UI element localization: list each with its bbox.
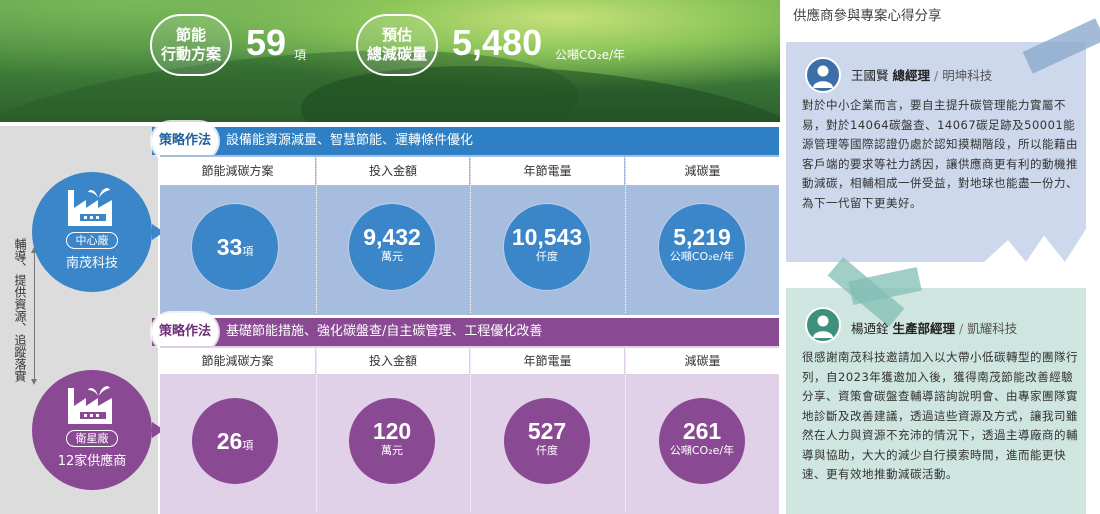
author-role: 總經理 [892, 68, 931, 83]
divider [316, 157, 317, 313]
col-header-investment: 投入金額 [317, 157, 469, 185]
factory-icon [68, 386, 112, 424]
value-circle-electricity: 527 仟度 [504, 398, 590, 484]
strategy-text: 設備能資源減量、智慧節能、運轉條件優化 [226, 133, 474, 148]
value-number: 120 [372, 418, 412, 444]
col-header-electricity: 年節電量 [471, 348, 624, 374]
value-unit: 項 [242, 439, 254, 452]
value-number: 26 [216, 428, 243, 454]
value-number: 33 [216, 234, 243, 260]
testimonial-quote-1: 對於中小企業而言，要自主提升碳管理能力實屬不易，對於14064碳盤查、14067… [802, 98, 1078, 210]
value-unit: 公噸CO₂e/年 [669, 444, 735, 457]
person-avatar-icon [805, 307, 841, 343]
value-number: 527 [527, 418, 567, 444]
value-number: 5,219 [673, 224, 731, 250]
author-name: 楊迺銓 [851, 321, 889, 336]
author-name: 王國賢 [851, 68, 889, 83]
author-company: 凱耀科技 [967, 321, 1018, 336]
author-role: 生產部經理 [892, 321, 956, 336]
strategy-bar-2: 策略作法 基礎節能措施、強化碳盤查/自主碳管理、工程優化改善 [152, 313, 779, 351]
stat-value-actions: 59 [246, 22, 287, 63]
col-header-carbon: 減碳量 [626, 348, 779, 374]
strategy-panel-1: 節能減碳方案 投入金額 年節電量 減碳量 33項 9,432 萬元 10,543 仟… [160, 155, 779, 315]
testimonial-author-2: 楊迺銓 生產部經理 / 凱耀科技 [851, 321, 1018, 336]
col-header-plans: 節能減碳方案 [160, 157, 315, 185]
person-avatar-icon [805, 57, 841, 93]
stat-unit-actions: 項 [294, 48, 307, 62]
value-unit: 公噸CO₂e/年 [669, 250, 735, 263]
value-unit: 仟度 [536, 250, 558, 263]
value-circle-carbon: 261 公噸CO₂e/年 [659, 398, 745, 484]
stat-label-reduction: 預估 總減碳量 [356, 14, 438, 76]
value-circle-carbon: 5,219 公噸CO₂e/年 [659, 204, 745, 290]
divider [316, 348, 317, 512]
value-circle-plans: 33項 [192, 204, 278, 290]
double-arrow-icon [31, 247, 37, 385]
section-title: 供應商參與專案心得分享 [793, 8, 942, 24]
stat-value-reduction: 5,480 [452, 22, 543, 63]
divider [625, 348, 626, 512]
strategy-bar-1: 策略作法 設備能資源減量、智慧節能、運轉條件優化 [152, 122, 779, 160]
factory-tag: 中心廠 [66, 232, 118, 249]
testimonial-quote-2: 很感謝南茂科技邀請加入以大帶小低碳轉型的團隊行列，自2023年獲邀加入後，獲得南… [802, 350, 1078, 481]
author-company: 明坤科技 [942, 68, 993, 83]
col-header-investment: 投入金額 [317, 348, 469, 374]
strategy-text: 基礎節能措施、強化碳盤查/自主碳管理、工程優化改善 [226, 324, 543, 339]
value-number: 10,543 [511, 224, 583, 250]
factory-name: 南茂科技 [65, 256, 118, 271]
testimonial-author-1: 王國賢 總經理 / 明坤科技 [851, 68, 993, 83]
stat-label-actions: 節能 行動方案 [150, 14, 232, 76]
stat-unit-reduction: 公噸CO₂e/年 [555, 48, 626, 62]
center-factory-badge: 中心廠 南茂科技 [32, 172, 164, 292]
value-circle-investment: 9,432 萬元 [349, 204, 435, 290]
factory-icon [68, 188, 112, 226]
value-unit: 項 [242, 245, 254, 258]
value-circle-electricity: 10,543 仟度 [504, 204, 590, 290]
col-header-carbon: 減碳量 [626, 157, 779, 185]
value-number: 9,432 [363, 224, 421, 250]
rail-label: 輔導、提供資源、追蹤落實 [13, 238, 27, 382]
divider [470, 157, 471, 313]
strategy-panel-2: 節能減碳方案 投入金額 年節電量 減碳量 26項 120 萬元 527 仟度 261… [160, 346, 779, 514]
value-circle-plans: 26項 [192, 398, 278, 484]
value-unit: 萬元 [381, 444, 403, 457]
col-header-electricity: 年節電量 [471, 157, 624, 185]
col-header-plans: 節能減碳方案 [160, 348, 315, 374]
value-unit: 萬元 [381, 250, 403, 263]
factory-tag: 衛星廠 [66, 430, 118, 447]
value-circle-investment: 120 萬元 [349, 398, 435, 484]
value-number: 261 [682, 418, 722, 444]
divider [470, 348, 471, 512]
divider [625, 157, 626, 313]
value-unit: 仟度 [536, 444, 558, 457]
factory-name: 12家供應商 [57, 454, 127, 469]
satellite-factory-badge: 衛星廠 12家供應商 [32, 370, 164, 490]
